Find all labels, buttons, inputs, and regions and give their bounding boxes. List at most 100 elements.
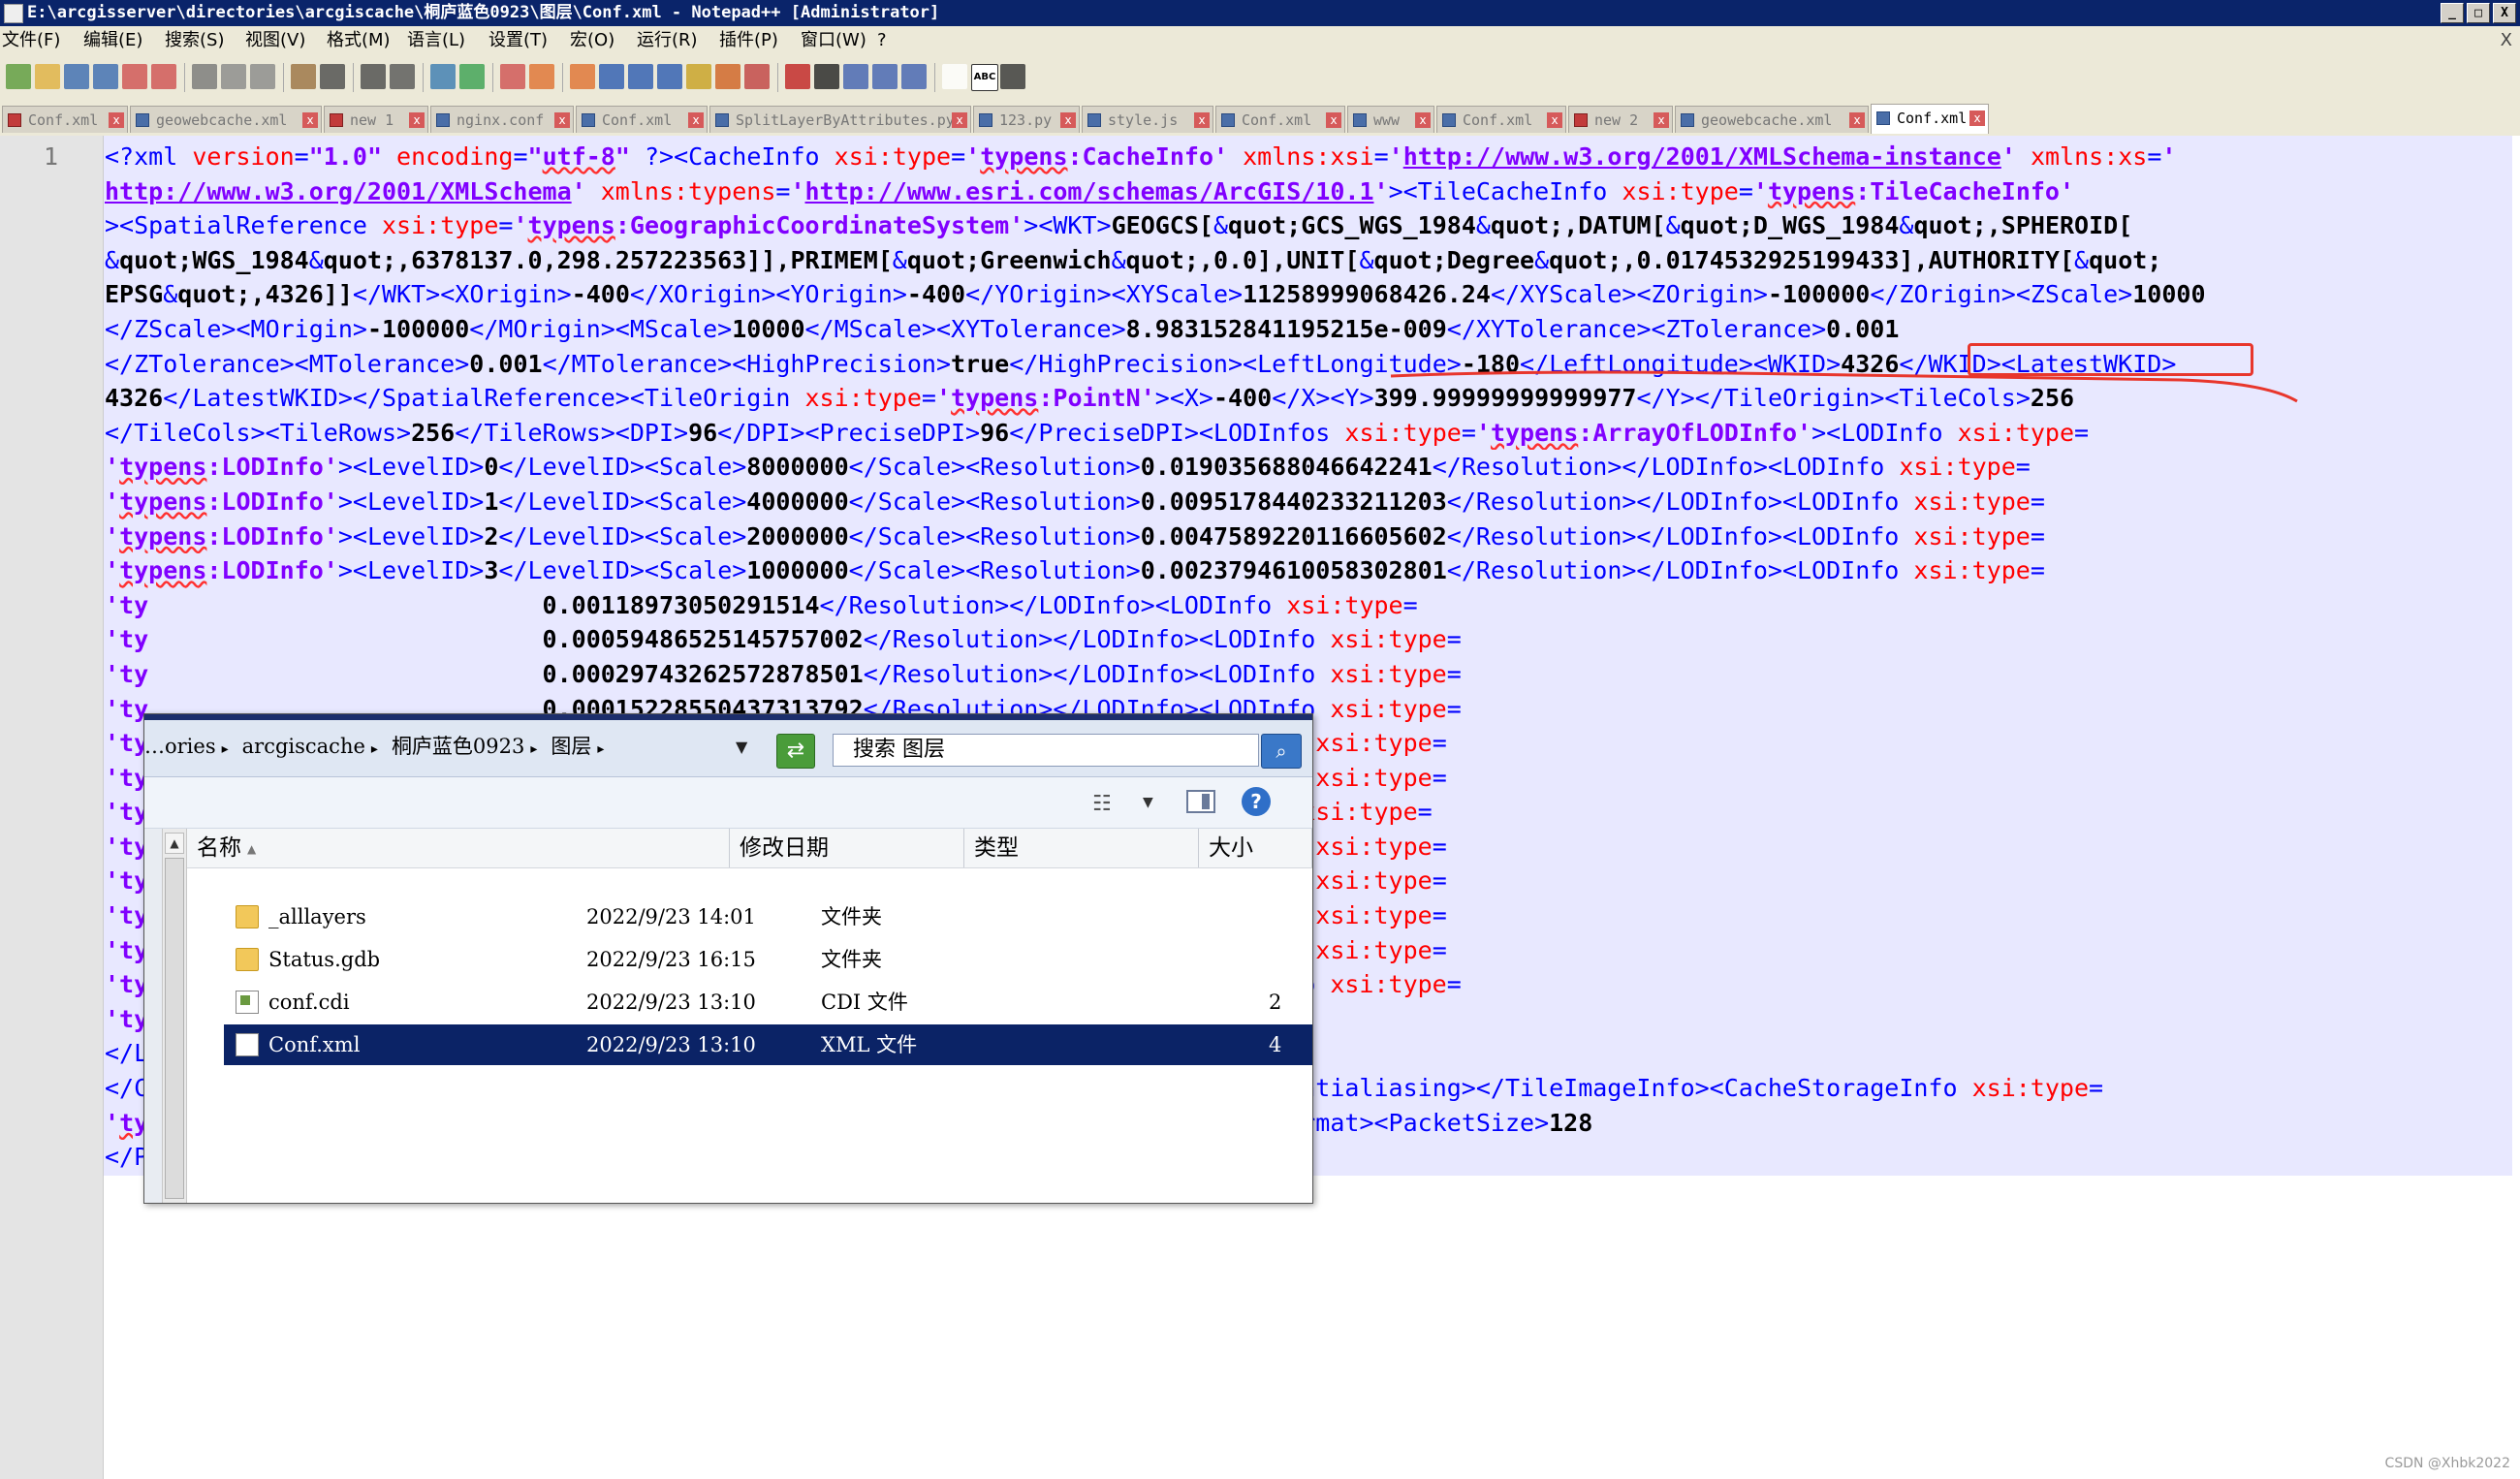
search-input[interactable]: 搜索 图层 [833, 734, 1259, 767]
word-wrap-icon[interactable] [599, 64, 624, 89]
tab-9[interactable]: www x [1347, 106, 1434, 133]
spell-options-icon[interactable] [1000, 64, 1025, 89]
run-macro-multiple-icon[interactable] [901, 64, 927, 89]
menu-item-4[interactable]: 格式(M) [327, 26, 391, 55]
tab-close-icon[interactable]: x [1654, 112, 1669, 128]
tab-5[interactable]: SplitLayerByAttributes.py x [709, 106, 971, 133]
breadcrumb-item[interactable]: 图层 [551, 735, 591, 758]
tab-close-icon[interactable]: x [409, 112, 425, 128]
maximize-button[interactable]: □ [2467, 3, 2490, 23]
address-dropdown-icon[interactable]: ▼ [736, 738, 747, 756]
notepadpp-app-icon[interactable] [4, 4, 23, 23]
tab-7[interactable]: style.js x [1082, 106, 1213, 133]
play-macro-icon[interactable] [872, 64, 898, 89]
menu-item-8[interactable]: 运行(R) [637, 26, 698, 55]
scroll-up-icon[interactable]: ▲ [165, 833, 184, 854]
column-header-type[interactable]: 类型 [964, 829, 1199, 867]
cut-icon[interactable] [221, 64, 246, 89]
address-bar[interactable]: …ories ▸ arcgiscache ▸ 桐庐蓝色0923 ▸ 图层 ▸ ▼ ⇄ 搜索 图… [144, 720, 1312, 777]
replace-icon[interactable] [430, 64, 456, 89]
tab-close-icon[interactable]: x [302, 112, 318, 128]
indent-guide-icon[interactable] [657, 64, 682, 89]
menu-item-0[interactable]: 文件(F) [2, 26, 60, 55]
tab-3[interactable]: nginx.conf x [430, 106, 574, 133]
breadcrumb-arrow-icon[interactable]: ▸ [530, 741, 537, 757]
file-explorer-window[interactable]: …ories ▸ arcgiscache ▸ 桐庐蓝色0923 ▸ 图层 ▸ ▼ ⇄ 搜索 图… [143, 713, 1313, 1204]
tab-close-icon[interactable]: x [952, 112, 967, 128]
close-window-button[interactable]: X [2493, 3, 2516, 23]
file-row[interactable]: _alllayers 2022/9/23 14:01 文件夹 [224, 897, 1312, 937]
file-row[interactable]: Status.gdb 2022/9/23 16:15 文件夹 [224, 939, 1312, 980]
monitor-icon[interactable] [785, 64, 810, 89]
menu-item-1[interactable]: 编辑(E) [83, 26, 142, 55]
tab-11[interactable]: new 2 x [1568, 106, 1673, 133]
paste-icon[interactable] [291, 64, 316, 89]
menu-item-10[interactable]: 窗口(W) [801, 26, 866, 55]
breadcrumb[interactable]: …ories ▸ arcgiscache ▸ 桐庐蓝色0923 ▸ 图层 ▸ [144, 732, 617, 764]
tab-close-icon[interactable]: x [688, 112, 704, 128]
nav-scrollbar[interactable]: ▲ [162, 829, 187, 1203]
print-icon[interactable] [192, 64, 217, 89]
copy-icon[interactable] [250, 64, 275, 89]
breadcrumb-item[interactable]: 桐庐蓝色0923 [392, 735, 524, 758]
column-header-date[interactable]: 修改日期 [730, 829, 964, 867]
refresh-icon[interactable]: ⇄ [776, 734, 815, 769]
tab-close-icon[interactable]: x [554, 112, 570, 128]
undo-icon[interactable] [320, 64, 345, 89]
tab-0[interactable]: Conf.xml x [2, 106, 128, 133]
spellcheck-icon[interactable]: ABC [971, 64, 998, 91]
record-macro-icon[interactable] [814, 64, 839, 89]
tab-13[interactable]: Conf.xml x [1871, 104, 1989, 134]
breadcrumb-arrow-icon[interactable]: ▸ [222, 741, 229, 757]
tab-close-icon[interactable]: x [1194, 112, 1210, 128]
new-file-icon[interactable] [6, 64, 31, 89]
menu-item-3[interactable]: 视图(V) [245, 26, 305, 55]
menu-item-7[interactable]: 宏(O) [570, 26, 614, 55]
menu-item-9[interactable]: 插件(P) [719, 26, 778, 55]
scroll-thumb[interactable] [165, 858, 184, 1199]
file-list-view[interactable]: ▲ 名称 ▲ 修改日期 类型 大小 _alllayers 2022/9/23 14:… [144, 829, 1312, 1203]
navigation-pane[interactable] [144, 829, 162, 1203]
breadcrumb-arrow-icon[interactable]: ▸ [371, 741, 378, 757]
zoom-in-icon[interactable] [459, 64, 485, 89]
search-icon[interactable]: ⌕ [1261, 734, 1302, 769]
stop-record-icon[interactable] [843, 64, 868, 89]
menu-item-5[interactable]: 语言(L) [407, 26, 465, 55]
menu-item-2[interactable]: 搜索(S) [165, 26, 224, 55]
breadcrumb-arrow-icon[interactable]: ▸ [597, 741, 604, 757]
function-list-icon[interactable] [715, 64, 740, 89]
column-header-size[interactable]: 大小 [1199, 829, 1312, 867]
column-header-name[interactable]: 名称 ▲ [187, 829, 730, 867]
tab-2[interactable]: new 1 x [324, 106, 428, 133]
tab-close-icon[interactable]: x [1547, 112, 1562, 128]
menu-item-6[interactable]: 设置(T) [488, 26, 548, 55]
tab-6[interactable]: 123.py x [973, 106, 1080, 133]
tab-close-icon[interactable]: x [109, 112, 124, 128]
tab-4[interactable]: Conf.xml x [576, 106, 708, 133]
view-dropdown-icon[interactable]: ▼ [1143, 795, 1153, 810]
zoom-out-icon[interactable] [500, 64, 525, 89]
tab-close-icon[interactable]: x [1326, 112, 1341, 128]
tab-close-icon[interactable]: x [1060, 112, 1076, 128]
file-row[interactable]: Conf.xml 2022/9/23 13:10 XML 文件 4 [224, 1024, 1312, 1065]
tab-1[interactable]: geowebcache.xml x [130, 106, 322, 133]
save-all-icon[interactable] [93, 64, 118, 89]
open-file-icon[interactable] [35, 64, 60, 89]
redo-icon[interactable] [361, 64, 386, 89]
preview-pane-icon[interactable] [1186, 790, 1215, 813]
tab-close-icon[interactable]: x [1415, 112, 1431, 128]
breadcrumb-item[interactable]: …ories [144, 735, 216, 758]
sync-v-icon[interactable] [529, 64, 554, 89]
tab-close-icon[interactable]: x [1849, 112, 1865, 128]
close-all-icon[interactable] [151, 64, 176, 89]
file-row[interactable]: conf.cdi 2022/9/23 13:10 CDI 文件 2 [224, 982, 1312, 1023]
tab-close-icon[interactable]: x [1969, 110, 1985, 126]
tab-12[interactable]: geowebcache.xml x [1675, 106, 1869, 133]
sync-h-icon[interactable] [570, 64, 595, 89]
save-icon[interactable] [64, 64, 89, 89]
breadcrumb-item[interactable]: arcgiscache [242, 735, 365, 758]
folder-workspace-icon[interactable] [744, 64, 770, 89]
doc-map-icon[interactable] [686, 64, 711, 89]
view-options-icon[interactable]: ☷ [1092, 792, 1112, 816]
tab-8[interactable]: Conf.xml x [1215, 106, 1345, 133]
